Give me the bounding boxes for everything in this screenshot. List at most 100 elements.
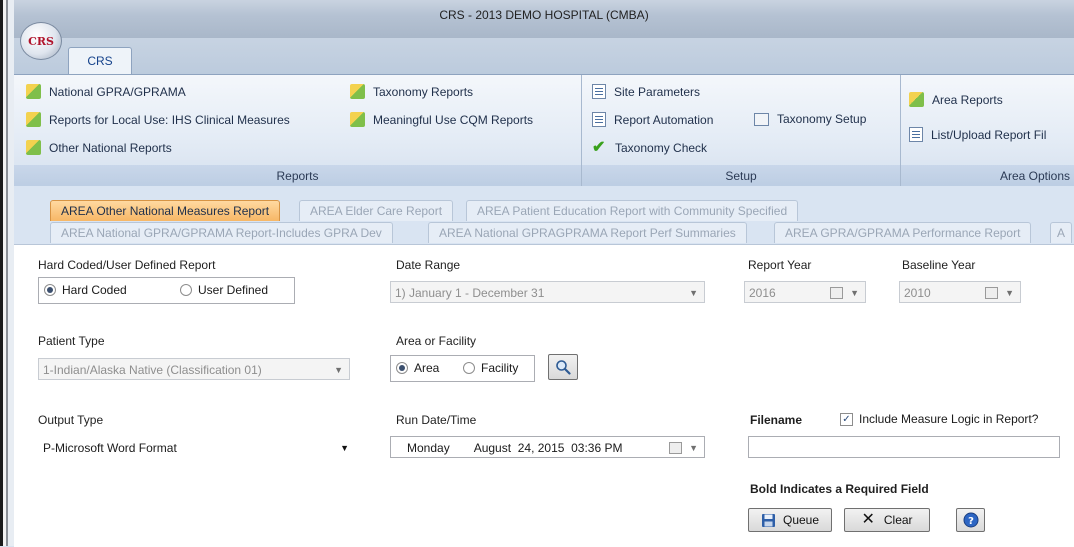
ribbon-tab-crs[interactable]: CRS (68, 47, 132, 75)
ribbon-group-reports: National GPRA/GPRAMA Reports for Local U… (14, 75, 582, 187)
radio-facility[interactable]: Facility (463, 361, 518, 375)
clear-label: Clear (883, 513, 913, 527)
group-label-reports: Reports (14, 165, 581, 187)
date-range-label: Date Range (396, 258, 461, 272)
chevron-down-icon: ▼ (1005, 288, 1014, 298)
search-facility-button[interactable] (548, 354, 578, 380)
taxonomy-grid-icon (754, 112, 769, 126)
radio-area[interactable]: Area (396, 361, 439, 375)
user-defined-label: User Defined (198, 283, 269, 297)
svg-text:?: ? (968, 516, 974, 527)
taxonomy-setup-label: Taxonomy Setup (777, 112, 867, 126)
chevron-down-icon: ▼ (850, 288, 859, 298)
tab-area-other-national[interactable]: AREA Other National Measures Report (50, 200, 281, 221)
report-star-icon (909, 92, 924, 107)
list-icon (909, 127, 923, 142)
queue-button[interactable]: Queue (748, 508, 832, 532)
include-logic-label: Include Measure Logic in Report? (859, 412, 1039, 426)
taxonomy-setup-button[interactable]: Taxonomy Setup (754, 112, 866, 126)
run-datetime-picker[interactable]: Monday August 24, 2015 03:36 PM ▼ (390, 436, 705, 458)
report-star-icon (26, 84, 41, 99)
report-star-icon (26, 112, 41, 127)
radio-user-defined[interactable]: User Defined (180, 283, 268, 297)
taxonomy-reports-label: Taxonomy Reports (373, 84, 474, 99)
document-tab-strip: AREA Other National Measures Report AREA… (14, 186, 1074, 244)
tab-area-gpra-perf-summaries[interactable]: AREA National GPRAGPRAMA Report Perf Sum… (428, 222, 747, 243)
help-icon: ? (963, 512, 978, 528)
tab-area-patient-education[interactable]: AREA Patient Education Report with Commu… (466, 200, 799, 221)
list-icon (592, 84, 606, 99)
tab-area-overflow[interactable]: A (1050, 222, 1073, 243)
report-star-icon (26, 140, 41, 155)
patient-type-value: 1-Indian/Alaska Native (Classification 0… (43, 363, 262, 377)
filename-input[interactable] (748, 436, 1060, 458)
report-year-label: Report Year (748, 258, 812, 272)
report-automation-button[interactable]: Report Automation (592, 112, 713, 127)
report-automation-label: Report Automation (614, 112, 714, 127)
taxonomy-check-label: Taxonomy Check (615, 140, 708, 155)
ribbon-group-area-options: Area Reports List/Upload Report Fil Area… (901, 75, 1074, 187)
report-star-icon (350, 112, 365, 127)
facility-label: Facility (481, 361, 519, 375)
national-gpra-label: National GPRA/GPRAMA (49, 84, 186, 99)
ribbon-tab-strip (14, 38, 1074, 74)
baseline-year-picker[interactable]: 2010 ▼ (899, 281, 1021, 303)
ribbon-group-setup: Site Parameters Report Automation Taxono… (582, 75, 901, 187)
meaningful-use-cqm-label: Meaningful Use CQM Reports (373, 112, 534, 127)
app-logo-button[interactable]: CRS (20, 22, 62, 60)
patient-type-select[interactable]: 1-Indian/Alaska Native (Classification 0… (38, 358, 350, 380)
run-datetime-label: Run Date/Time (396, 413, 477, 427)
patient-type-label: Patient Type (38, 334, 105, 348)
site-parameters-button[interactable]: Site Parameters (592, 84, 700, 99)
other-national-reports-label: Other National Reports (49, 140, 172, 155)
area-label: Area (414, 361, 440, 375)
output-type-select[interactable]: P-Microsoft Word Format ▼ (38, 436, 356, 458)
area-reports-button[interactable]: Area Reports (909, 92, 1003, 107)
baseline-year-value: 2010 (904, 286, 931, 300)
checkmark-icon: ✔ (592, 139, 606, 156)
radio-dot (180, 284, 192, 296)
clear-button[interactable]: ✕ Clear (844, 508, 930, 532)
date-range-value: 1) January 1 - December 31 (395, 286, 545, 300)
logo-text: CRS (28, 34, 54, 48)
report-star-icon (350, 84, 365, 99)
local-use-reports-label: Reports for Local Use: IHS Clinical Meas… (49, 112, 290, 127)
queue-label: Queue (782, 513, 820, 527)
taxonomy-reports-button[interactable]: Taxonomy Reports (350, 84, 473, 99)
window-left-edge (0, 0, 14, 546)
list-upload-report-button[interactable]: List/Upload Report Fil (909, 127, 1046, 142)
national-gpra-button[interactable]: National GPRA/GPRAMA (26, 84, 186, 99)
group-label-area-options: Area Options (901, 165, 1074, 187)
local-use-reports-button[interactable]: Reports for Local Use: IHS Clinical Meas… (26, 112, 290, 127)
window-title: CRS - 2013 DEMO HOSPITAL (CMBA) (439, 8, 649, 22)
date-range-select[interactable]: 1) January 1 - December 31 ▼ (390, 281, 705, 303)
run-day-value: Monday (407, 441, 450, 455)
report-form: Hard Coded/User Defined Report Hard Code… (14, 244, 1074, 547)
chevron-down-icon: ▼ (334, 365, 343, 375)
radio-dot (396, 362, 408, 374)
tab-area-gpra-performance[interactable]: AREA GPRA/GPRAMA Performance Report (774, 222, 1032, 243)
include-logic-checkbox[interactable]: ✓ Include Measure Logic in Report? (840, 412, 1038, 426)
report-year-picker[interactable]: 2016 ▼ (744, 281, 866, 303)
other-national-reports-button[interactable]: Other National Reports (26, 140, 172, 155)
calendar-icon (669, 442, 682, 454)
meaningful-use-cqm-button[interactable]: Meaningful Use CQM Reports (350, 112, 533, 127)
chevron-down-icon: ▼ (689, 288, 698, 298)
tab-area-elder-care[interactable]: AREA Elder Care Report (299, 200, 454, 221)
output-type-value: P-Microsoft Word Format (43, 441, 177, 455)
group-label-setup: Setup (582, 165, 900, 187)
report-kind-label: Hard Coded/User Defined Report (38, 258, 216, 272)
save-disk-icon (761, 513, 775, 527)
required-field-note: Bold Indicates a Required Field (750, 482, 929, 496)
radio-dot (463, 362, 475, 374)
help-button[interactable]: ? (956, 508, 985, 532)
radio-hard-coded[interactable]: Hard Coded (44, 283, 127, 297)
tab-area-national-gpra-dev[interactable]: AREA National GPRA/GPRAMA Report-Include… (50, 222, 393, 243)
output-type-label: Output Type (38, 413, 104, 427)
run-date-value: August 24, 2015 03:36 PM (473, 441, 623, 455)
filename-label: Filename (750, 413, 803, 427)
area-reports-label: Area Reports (932, 92, 1003, 107)
radio-dot (44, 284, 56, 296)
area-facility-label: Area or Facility (396, 334, 477, 348)
taxonomy-check-button[interactable]: ✔ Taxonomy Check (592, 139, 708, 156)
